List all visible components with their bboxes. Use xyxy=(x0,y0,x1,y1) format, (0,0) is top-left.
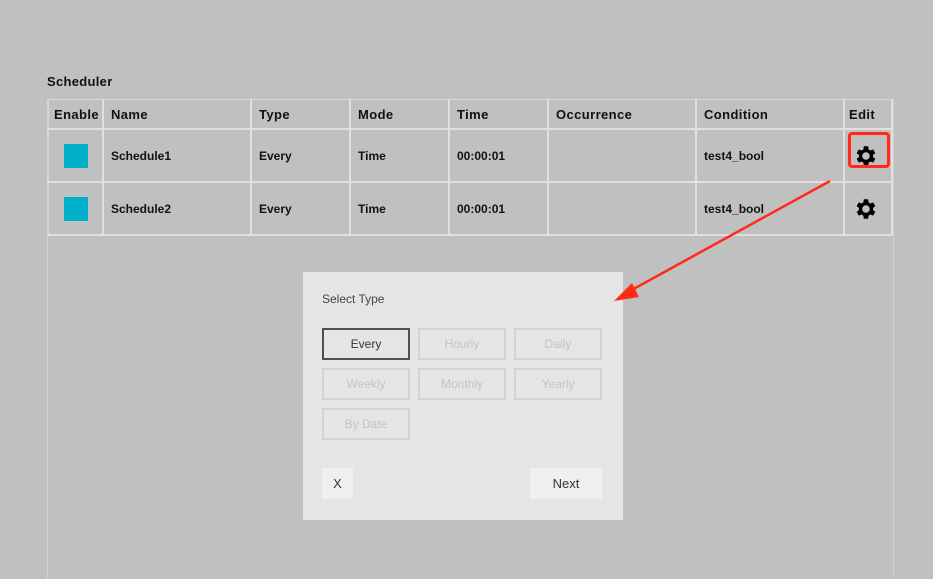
column-header-name: Name xyxy=(102,99,252,130)
cell-occurrence xyxy=(547,181,697,236)
table-header-row: Enable Name Type Mode Time Occurrence Co… xyxy=(47,99,893,130)
dialog-title: Select Type xyxy=(322,292,385,306)
enable-toggle[interactable] xyxy=(63,196,88,221)
cell-mode: Time xyxy=(349,128,450,183)
cell-type: Every xyxy=(250,128,351,183)
schedule-table: Enable Name Type Mode Time Occurrence Co… xyxy=(47,99,893,236)
table-row: Schedule2 Every Time 00:00:01 test4_bool xyxy=(47,181,893,236)
page-title: Scheduler xyxy=(47,74,113,89)
type-option-monthly[interactable]: Monthly xyxy=(418,368,506,400)
annotation-highlight-box xyxy=(848,132,890,168)
cell-mode: Time xyxy=(349,181,450,236)
close-button[interactable]: X xyxy=(322,468,353,499)
column-header-time: Time xyxy=(448,99,549,130)
cell-edit xyxy=(843,128,893,183)
enable-toggle[interactable] xyxy=(63,143,88,168)
cell-condition: test4_bool xyxy=(695,128,845,183)
column-header-occurrence: Occurrence xyxy=(547,99,697,130)
type-option-weekly[interactable]: Weekly xyxy=(322,368,410,400)
type-option-every[interactable]: Every xyxy=(322,328,410,360)
table-row: Schedule1 Every Time 00:00:01 test4_bool xyxy=(47,128,893,183)
column-header-type: Type xyxy=(250,99,351,130)
select-type-dialog: Select Type Every Hourly Daily Weekly Mo… xyxy=(303,272,623,520)
cell-edit xyxy=(843,181,893,236)
cell-name: Schedule2 xyxy=(102,181,252,236)
cell-condition: test4_bool xyxy=(695,181,845,236)
column-header-enable: Enable xyxy=(47,99,104,130)
column-header-condition: Condition xyxy=(695,99,845,130)
type-option-by-date[interactable]: By Date xyxy=(322,408,410,440)
cell-type: Every xyxy=(250,181,351,236)
type-option-yearly[interactable]: Yearly xyxy=(514,368,602,400)
type-option-hourly[interactable]: Hourly xyxy=(418,328,506,360)
cell-name: Schedule1 xyxy=(102,128,252,183)
column-header-edit: Edit xyxy=(843,99,893,130)
next-button[interactable]: Next xyxy=(530,468,602,499)
cell-time: 00:00:01 xyxy=(448,128,549,183)
column-header-mode: Mode xyxy=(349,99,450,130)
cell-time: 00:00:01 xyxy=(448,181,549,236)
cell-occurrence xyxy=(547,128,697,183)
gear-icon[interactable] xyxy=(852,196,878,222)
type-option-daily[interactable]: Daily xyxy=(514,328,602,360)
